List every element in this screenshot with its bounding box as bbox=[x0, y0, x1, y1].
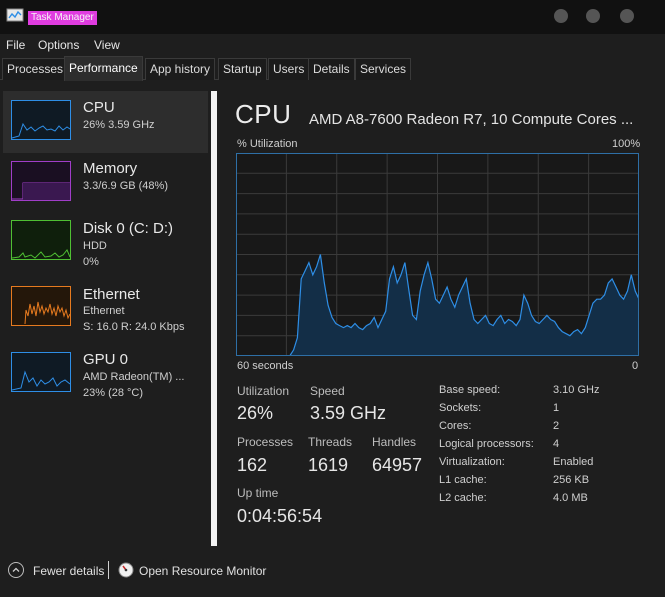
tab-performance[interactable]: Performance bbox=[64, 56, 143, 81]
sockets-value: 1 bbox=[553, 402, 560, 414]
disk-thumbnail-graph bbox=[11, 220, 71, 260]
gpu-thumbnail-graph bbox=[11, 352, 71, 392]
page-title: CPU bbox=[235, 99, 292, 129]
open-resource-monitor-link[interactable]: Open Resource Monitor bbox=[139, 564, 266, 578]
handles-label: Handles bbox=[372, 435, 417, 449]
processes-value: 162 bbox=[237, 455, 268, 475]
sidebar-disk-usage: 0% bbox=[83, 256, 99, 268]
threads-value: 1619 bbox=[308, 455, 349, 475]
l2-cache-label: L2 cache: bbox=[439, 492, 487, 504]
sidebar-item-cpu[interactable]: CPU 26% 3.59 GHz bbox=[3, 91, 208, 153]
sidebar-item-memory[interactable]: Memory 3.3/6.9 GB (48%) bbox=[3, 155, 208, 217]
sidebar-item-gpu[interactable]: GPU 0 AMD Radeon(TM) ... 23% (28 °C) bbox=[3, 346, 208, 408]
panel-divider[interactable] bbox=[211, 91, 217, 546]
resource-monitor-icon[interactable] bbox=[118, 562, 134, 578]
speed-value: 3.59 GHz bbox=[310, 403, 387, 423]
sidebar-cpu-usage: 26% 3.59 GHz bbox=[83, 119, 155, 131]
time-zero-label: 0 bbox=[632, 360, 639, 372]
cores-label: Cores: bbox=[439, 420, 472, 432]
cores-value: 2 bbox=[553, 420, 560, 432]
tab-services[interactable]: Services bbox=[355, 58, 412, 80]
processes-label: Processes bbox=[237, 435, 294, 449]
resource-sidebar: CPU 26% 3.59 GHz Memory 3.3/6.9 GB (48%)… bbox=[0, 86, 209, 546]
handles-value: 64957 bbox=[372, 455, 423, 475]
sidebar-ethernet-name: Ethernet bbox=[83, 305, 125, 317]
footer-separator bbox=[0, 548, 665, 549]
sidebar-memory-title: Memory bbox=[83, 160, 138, 177]
sidebar-memory-usage: 3.3/6.9 GB (48%) bbox=[83, 180, 168, 192]
tab-app-history[interactable]: App history bbox=[145, 58, 216, 80]
sidebar-gpu-usage: 23% (28 °C) bbox=[83, 387, 144, 399]
l1-cache-value: 256 KB bbox=[553, 474, 590, 486]
menu-view[interactable]: View bbox=[94, 38, 120, 52]
menu-file[interactable]: File bbox=[6, 38, 25, 52]
sidebar-ethernet-throughput: S: 16.0 R: 24.0 Kbps bbox=[83, 321, 185, 333]
logical-processors-label: Logical processors: bbox=[439, 438, 534, 450]
memory-thumbnail-graph bbox=[11, 161, 71, 201]
sidebar-disk-title: Disk 0 (C: D:) bbox=[83, 220, 173, 237]
sidebar-disk-type: HDD bbox=[83, 240, 107, 252]
utilization-axis-label: % Utilization bbox=[237, 138, 298, 150]
sidebar-item-disk[interactable]: Disk 0 (C: D:) HDD 0% bbox=[3, 214, 208, 276]
maximize-button[interactable] bbox=[586, 9, 600, 23]
close-button[interactable] bbox=[620, 9, 634, 23]
time-span-label: 60 seconds bbox=[237, 360, 294, 372]
threads-label: Threads bbox=[308, 435, 353, 449]
uptime-value: 0:04:56:54 bbox=[237, 506, 323, 526]
speed-label: Speed bbox=[310, 384, 345, 398]
sidebar-gpu-name: AMD Radeon(TM) ... bbox=[83, 371, 185, 383]
uptime-label: Up time bbox=[237, 486, 279, 500]
cpu-model-name: AMD A8-7600 Radeon R7, 10 Compute Cores … bbox=[309, 111, 634, 128]
sidebar-gpu-title: GPU 0 bbox=[83, 351, 129, 368]
base-speed-value: 3.10 GHz bbox=[553, 384, 600, 396]
minimize-button[interactable] bbox=[554, 9, 568, 23]
virtualization-label: Virtualization: bbox=[439, 456, 505, 468]
base-speed-label: Base speed: bbox=[439, 384, 501, 396]
tab-startup[interactable]: Startup bbox=[218, 58, 267, 80]
sidebar-item-ethernet[interactable]: Ethernet Ethernet S: 16.0 R: 24.0 Kbps bbox=[3, 280, 208, 342]
utilization-label: Utilization bbox=[237, 384, 290, 398]
title-bar: Task Manager bbox=[0, 0, 665, 34]
chevron-up-icon[interactable] bbox=[8, 562, 24, 578]
sockets-label: Sockets: bbox=[439, 402, 482, 414]
utilization-max-label: 100% bbox=[612, 138, 641, 150]
l2-cache-value: 4.0 MB bbox=[553, 492, 588, 504]
footer-divider bbox=[108, 561, 109, 579]
cpu-utilization-graph bbox=[236, 153, 639, 356]
tab-details[interactable]: Details bbox=[308, 58, 355, 80]
utilization-value: 26% bbox=[237, 403, 274, 423]
window-title: Task Manager bbox=[28, 11, 97, 25]
l1-cache-label: L1 cache: bbox=[439, 474, 487, 486]
tab-users[interactable]: Users bbox=[268, 58, 310, 80]
tab-processes[interactable]: Processes bbox=[2, 58, 69, 80]
virtualization-value: Enabled bbox=[553, 456, 594, 468]
fewer-details-link[interactable]: Fewer details bbox=[33, 564, 104, 578]
task-manager-icon bbox=[6, 8, 24, 24]
logical-processors-value: 4 bbox=[553, 438, 560, 450]
sidebar-ethernet-title: Ethernet bbox=[83, 286, 140, 303]
cpu-thumbnail-graph bbox=[11, 100, 71, 140]
ethernet-thumbnail-graph bbox=[11, 286, 71, 326]
sidebar-cpu-title: CPU bbox=[83, 99, 115, 116]
menu-options[interactable]: Options bbox=[38, 38, 79, 52]
